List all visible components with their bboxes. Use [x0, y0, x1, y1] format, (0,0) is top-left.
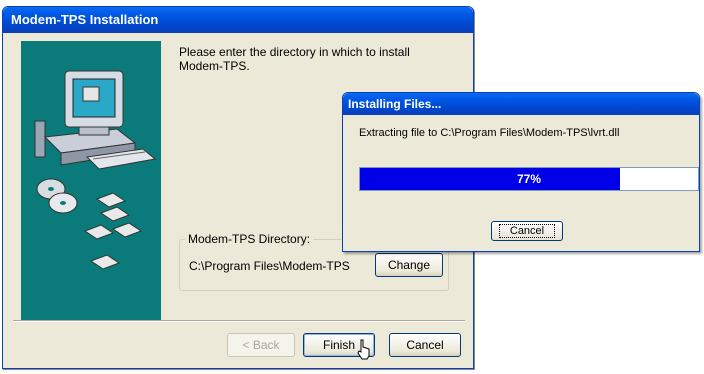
cd-icon	[36, 178, 78, 214]
progress-percent: 77%	[516, 172, 542, 186]
directory-group-label: Modem-TPS Directory:	[185, 232, 314, 246]
mouse-cursor-icon	[357, 339, 370, 360]
computer-icon	[34, 70, 157, 170]
illustration-panel	[21, 41, 161, 321]
change-button[interactable]: Change	[375, 253, 443, 277]
divider-highlight	[13, 321, 465, 322]
progress-dialog-title: Installing Files...	[343, 93, 699, 115]
instruction-text: Please enter the directory in which to i…	[179, 45, 410, 73]
directory-path: C:\Program Files\Modem-TPS	[189, 259, 350, 273]
progress-cancel-button[interactable]: Cancel	[491, 221, 563, 241]
installer-title: Modem-TPS Installation	[3, 7, 473, 33]
floppy-disk-icon	[83, 192, 143, 270]
progress-bar: 77%	[359, 167, 699, 191]
progress-cancel-label: Cancel	[498, 224, 556, 238]
cancel-button[interactable]: Cancel	[389, 333, 461, 357]
extract-status-text: Extracting file to C:\Program Files\Mode…	[359, 127, 620, 139]
back-button[interactable]: < Back	[227, 333, 295, 357]
setup-illustration	[34, 70, 157, 270]
progress-dialog: Installing Files... Extracting file to C…	[342, 92, 700, 252]
